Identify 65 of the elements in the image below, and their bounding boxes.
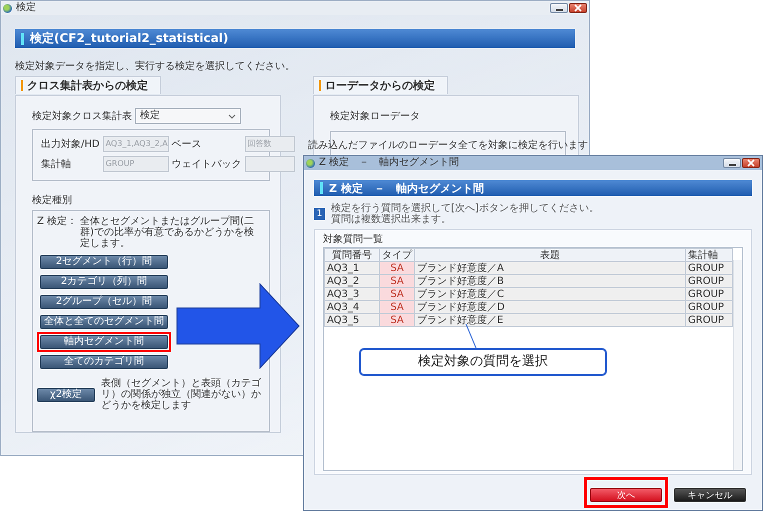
- table-cell[interactable]: ブランド好意度／C: [414, 288, 686, 300]
- right-arrow-icon: [176, 283, 300, 369]
- list-label: 対象質問一覧: [323, 234, 384, 246]
- test-button[interactable]: 2グループ（セル）間: [40, 295, 168, 309]
- raw-data-description: 読み込んだファイルのローデータ全てを対象に検定を行います: [308, 138, 588, 150]
- table-cell[interactable]: AQ3_5: [324, 314, 380, 326]
- close-button[interactable]: [569, 3, 587, 13]
- field-label: ウェイトバック: [172, 158, 242, 171]
- table-cell[interactable]: GROUP: [686, 314, 732, 326]
- table-cell[interactable]: GROUP: [686, 300, 732, 314]
- z-test-description: 全体とセグメントまたはグループ間(二群)での比率が有意であるかどうかを検定します。: [80, 216, 255, 249]
- type-cell[interactable]: SA: [380, 288, 414, 300]
- type-cell[interactable]: SA: [380, 262, 414, 274]
- step-instruction: 質問は複数選択出来ます。: [331, 214, 452, 225]
- test-button[interactable]: 軸内セグメント間: [40, 335, 168, 349]
- z-test-label: Z 検定：: [37, 216, 78, 229]
- table-cell[interactable]: ブランド好意度／B: [414, 274, 686, 288]
- instruction-text: 検定対象データを指定し、実行する検定を選択してください。: [15, 60, 296, 73]
- field-label: ベース: [172, 138, 203, 151]
- window-title: 検定: [16, 2, 36, 14]
- table-cell[interactable]: AQ3_1: [324, 262, 380, 274]
- table-cell[interactable]: GROUP: [686, 288, 732, 300]
- test-button[interactable]: 2セグメント（行）間: [40, 255, 168, 269]
- cancel-button[interactable]: キャンセル: [674, 488, 746, 502]
- dropdown-label: 検定対象クロス集計表: [32, 110, 132, 123]
- next-button[interactable]: 次へ: [590, 488, 662, 502]
- caret-icon: [228, 114, 236, 118]
- test-kind-label: 検定種別: [32, 194, 73, 207]
- scrollbar[interactable]: [733, 260, 742, 470]
- table-cell[interactable]: GROUP: [686, 262, 732, 274]
- table-cell[interactable]: GROUP: [686, 274, 732, 288]
- table-cell[interactable]: AQ3_4: [324, 300, 380, 314]
- app-icon: [306, 158, 315, 168]
- type-cell[interactable]: SA: [380, 300, 414, 314]
- chi-square-button[interactable]: χ2検定: [37, 388, 95, 402]
- table-cell[interactable]: AQ3_3: [324, 288, 380, 300]
- raw-data-label: 検定対象ローデータ: [330, 110, 421, 123]
- minimize-button[interactable]: [550, 3, 568, 13]
- page-header: 検定(CF2_tutorial2_statistical): [15, 29, 575, 48]
- table-cell[interactable]: ブランド好意度／E: [414, 314, 686, 326]
- test-button[interactable]: 全体と全てのセグメント間: [40, 315, 168, 329]
- column-header: タイプ: [380, 248, 414, 262]
- field-label: 出力対象/HD: [41, 138, 100, 151]
- chi-square-description: 表側（セグメント）と表頭（カテゴリ）の関係が独立（関連がない）かどうかを検定します: [101, 378, 261, 411]
- app-icon: [3, 4, 12, 12]
- table-cell[interactable]: ブランド好意度／D: [414, 300, 686, 314]
- step-number: 1: [314, 208, 325, 220]
- test-button[interactable]: 2カテゴリ（列）間: [40, 275, 168, 289]
- type-cell[interactable]: SA: [380, 314, 414, 326]
- type-cell[interactable]: SA: [380, 274, 414, 288]
- column-header: 質問番号: [324, 248, 380, 262]
- step-instruction: 検定を行う質問を選択して[次へ]ボタンを押してください。: [331, 203, 599, 214]
- test-button[interactable]: 全てのカテゴリ間: [40, 355, 168, 369]
- column-header: 表題: [414, 248, 686, 262]
- field-label: 集計軸: [41, 158, 72, 171]
- dialog-header: Z 検定 － 軸内セグメント間: [314, 180, 752, 196]
- table-dropdown[interactable]: 検定: [135, 108, 241, 124]
- table-cell[interactable]: ブランド好意度／A: [414, 262, 686, 274]
- window-title: Z 検定 － 軸内セグメント間: [319, 157, 460, 169]
- callout-text: 検定対象の質問を選択: [359, 348, 607, 376]
- leader-line: [465, 324, 477, 348]
- table-cell[interactable]: AQ3_2: [324, 274, 380, 288]
- minimize-button[interactable]: [723, 158, 741, 168]
- column-header: 集計軸: [686, 248, 732, 262]
- close-button[interactable]: [742, 158, 760, 168]
